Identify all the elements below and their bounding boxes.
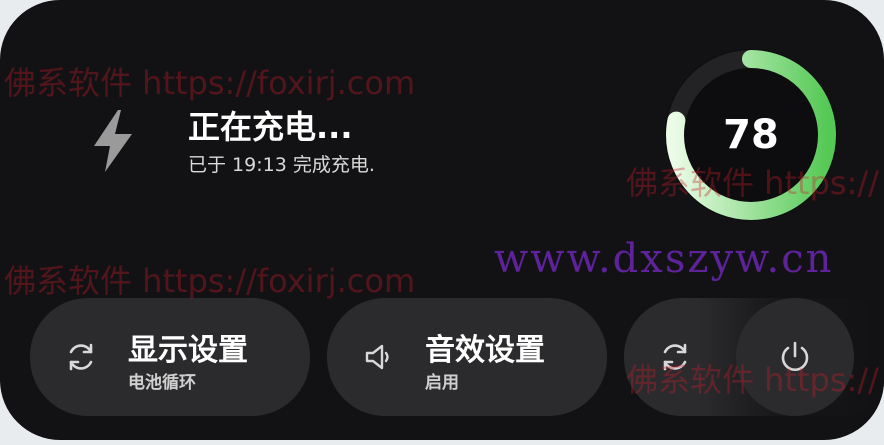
tile-sublabel: 电池循环 [128,373,196,393]
display-settings-button[interactable]: 显示设置 电池循环 [30,298,310,416]
watermark: www.dxszyw.cn [494,236,834,282]
tile-label: 显示设置 [128,333,248,368]
tile-label: 音效设置 [425,333,545,368]
sound-settings-button[interactable]: 音效设置 启用 [327,298,607,416]
charging-title: 正在充电... [188,108,353,146]
watermark: 佛系软件 https://foxirj.com [4,262,416,300]
charging-subtitle: 已于 19:13 完成充电. [188,154,375,176]
battery-level: 78 [723,112,779,158]
power-button[interactable] [736,298,854,416]
watermark: 佛系软件 https://foxirj.com [4,64,416,102]
refresh-icon [69,343,93,371]
battery-panel: 正在充电... 已于 19:13 完成充电. 78 显示设置 电池循环 音效设置 [0,0,884,440]
tile-sublabel: 启用 [425,373,459,393]
speaker-icon [365,344,389,370]
refresh-icon [663,343,687,371]
power-icon [781,341,809,371]
bolt-icon [94,110,132,172]
